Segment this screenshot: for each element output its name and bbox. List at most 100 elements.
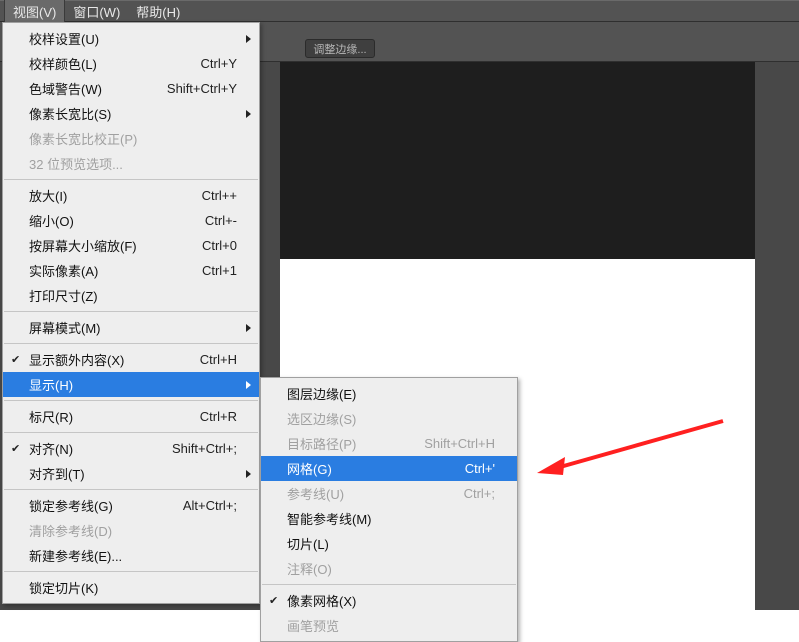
menu-snap[interactable]: ✔ 对齐(N) Shift+Ctrl+; bbox=[3, 436, 259, 461]
submenu-selection-edges: 选区边缘(S) bbox=[261, 406, 517, 431]
menu-label: 缩小(O) bbox=[29, 211, 185, 230]
submenu-arrow-icon bbox=[246, 470, 251, 478]
adjust-edge-button[interactable]: 调整边缘... bbox=[305, 39, 375, 58]
menu-label: 图层边缘(E) bbox=[287, 384, 495, 403]
menu-shortcut: Shift+Ctrl+Y bbox=[167, 81, 237, 96]
menu-lock-guides[interactable]: 锁定参考线(G) Alt+Ctrl+; bbox=[3, 493, 259, 518]
submenu-smart-guides[interactable]: 智能参考线(M) bbox=[261, 506, 517, 531]
check-icon: ✔ bbox=[11, 353, 20, 366]
menu-label: 注释(O) bbox=[287, 559, 495, 578]
menu-shortcut: Ctrl+H bbox=[200, 352, 237, 367]
menu-separator bbox=[4, 432, 258, 433]
submenu-grid[interactable]: 网格(G) Ctrl+' bbox=[261, 456, 517, 481]
menu-label: 打印尺寸(Z) bbox=[29, 286, 237, 305]
view-menu: 校样设置(U) 校样颜色(L) Ctrl+Y 色域警告(W) Shift+Ctr… bbox=[2, 22, 260, 604]
menubar-view[interactable]: 视图(V) bbox=[4, 0, 65, 24]
menu-label: 色域警告(W) bbox=[29, 79, 147, 98]
submenu-arrow-icon bbox=[246, 110, 251, 118]
submenu-target-path: 目标路径(P) Shift+Ctrl+H bbox=[261, 431, 517, 456]
menu-shortcut: Ctrl+; bbox=[464, 486, 495, 501]
menu-zoom-out[interactable]: 缩小(O) Ctrl+- bbox=[3, 208, 259, 233]
menu-label: 校样颜色(L) bbox=[29, 54, 181, 73]
menu-label: 智能参考线(M) bbox=[287, 509, 495, 528]
menubar-help[interactable]: 帮助(H) bbox=[128, 0, 188, 23]
menu-label: 目标路径(P) bbox=[287, 434, 404, 453]
menu-shortcut: Ctrl+0 bbox=[202, 238, 237, 253]
menu-lock-slices[interactable]: 锁定切片(K) bbox=[3, 575, 259, 600]
menu-proof-setup[interactable]: 校样设置(U) bbox=[3, 26, 259, 51]
menu-shortcut: Shift+Ctrl+; bbox=[172, 441, 237, 456]
menu-shortcut: Ctrl+1 bbox=[202, 263, 237, 278]
show-submenu: 图层边缘(E) 选区边缘(S) 目标路径(P) Shift+Ctrl+H 网格(… bbox=[260, 377, 518, 642]
menu-separator bbox=[4, 311, 258, 312]
menu-label: 对齐到(T) bbox=[29, 464, 237, 483]
menu-pixel-aspect[interactable]: 像素长宽比(S) bbox=[3, 101, 259, 126]
submenu-notes: 注释(O) bbox=[261, 556, 517, 581]
menu-shortcut: Shift+Ctrl+H bbox=[424, 436, 495, 451]
menu-label: 显示(H) bbox=[29, 375, 237, 394]
menu-label: 放大(I) bbox=[29, 186, 182, 205]
menu-label: 锁定切片(K) bbox=[29, 578, 237, 597]
menu-label: 网格(G) bbox=[287, 459, 445, 478]
check-icon: ✔ bbox=[11, 442, 20, 455]
submenu-arrow-icon bbox=[246, 324, 251, 332]
menu-show-extras[interactable]: ✔ 显示额外内容(X) Ctrl+H bbox=[3, 347, 259, 372]
menu-label: 参考线(U) bbox=[287, 484, 444, 503]
menu-label: 像素网格(X) bbox=[287, 591, 495, 610]
menu-separator bbox=[262, 584, 516, 585]
menu-label: 清除参考线(D) bbox=[29, 521, 237, 540]
menu-separator bbox=[4, 179, 258, 180]
menu-clear-guides: 清除参考线(D) bbox=[3, 518, 259, 543]
menu-separator bbox=[4, 343, 258, 344]
menu-show[interactable]: 显示(H) bbox=[3, 372, 259, 397]
menu-shortcut: Ctrl+R bbox=[200, 409, 237, 424]
check-icon: ✔ bbox=[269, 594, 278, 607]
menu-snap-to[interactable]: 对齐到(T) bbox=[3, 461, 259, 486]
menu-shortcut: Ctrl+- bbox=[205, 213, 237, 228]
menu-label: 显示额外内容(X) bbox=[29, 350, 180, 369]
menu-label: 像素长宽比(S) bbox=[29, 104, 237, 123]
menu-screen-mode[interactable]: 屏幕模式(M) bbox=[3, 315, 259, 340]
menu-proof-colors[interactable]: 校样颜色(L) Ctrl+Y bbox=[3, 51, 259, 76]
menu-label: 32 位预览选项... bbox=[29, 154, 237, 173]
menu-fit-screen[interactable]: 按屏幕大小缩放(F) Ctrl+0 bbox=[3, 233, 259, 258]
menu-shortcut: Alt+Ctrl+; bbox=[183, 498, 237, 513]
menu-label: 对齐(N) bbox=[29, 439, 152, 458]
menu-new-guide[interactable]: 新建参考线(E)... bbox=[3, 543, 259, 568]
menu-separator bbox=[4, 400, 258, 401]
menu-32bit-preview: 32 位预览选项... bbox=[3, 151, 259, 176]
canvas-background bbox=[280, 62, 799, 259]
menu-rulers[interactable]: 标尺(R) Ctrl+R bbox=[3, 404, 259, 429]
menu-separator bbox=[4, 489, 258, 490]
menubar: 视图(V) 窗口(W) 帮助(H) bbox=[0, 0, 799, 22]
submenu-arrow-icon bbox=[246, 381, 251, 389]
submenu-pixel-grid[interactable]: ✔ 像素网格(X) bbox=[261, 588, 517, 613]
submenu-arrow-icon bbox=[246, 35, 251, 43]
menu-label: 按屏幕大小缩放(F) bbox=[29, 236, 182, 255]
menubar-window[interactable]: 窗口(W) bbox=[65, 0, 128, 23]
menu-separator bbox=[4, 571, 258, 572]
menu-label: 锁定参考线(G) bbox=[29, 496, 163, 515]
menu-gamut-warning[interactable]: 色域警告(W) Shift+Ctrl+Y bbox=[3, 76, 259, 101]
submenu-layer-edges[interactable]: 图层边缘(E) bbox=[261, 381, 517, 406]
submenu-brush-preview: 画笔预览 bbox=[261, 613, 517, 638]
menu-label: 实际像素(A) bbox=[29, 261, 182, 280]
menu-label: 选区边缘(S) bbox=[287, 409, 495, 428]
submenu-guides: 参考线(U) Ctrl+; bbox=[261, 481, 517, 506]
menu-shortcut: Ctrl++ bbox=[202, 188, 237, 203]
menu-actual-pixels[interactable]: 实际像素(A) Ctrl+1 bbox=[3, 258, 259, 283]
submenu-slices[interactable]: 切片(L) bbox=[261, 531, 517, 556]
menu-pixel-aspect-correction: 像素长宽比校正(P) bbox=[3, 126, 259, 151]
menu-zoom-in[interactable]: 放大(I) Ctrl++ bbox=[3, 183, 259, 208]
menu-label: 校样设置(U) bbox=[29, 29, 237, 48]
menu-shortcut: Ctrl+' bbox=[465, 461, 495, 476]
menu-label: 新建参考线(E)... bbox=[29, 546, 237, 565]
menu-print-size[interactable]: 打印尺寸(Z) bbox=[3, 283, 259, 308]
right-panel-edge bbox=[755, 62, 799, 610]
menu-label: 画笔预览 bbox=[287, 616, 495, 635]
menu-shortcut: Ctrl+Y bbox=[201, 56, 237, 71]
menu-label: 切片(L) bbox=[287, 534, 495, 553]
menu-label: 屏幕模式(M) bbox=[29, 318, 237, 337]
menu-label: 标尺(R) bbox=[29, 407, 180, 426]
menu-label: 像素长宽比校正(P) bbox=[29, 129, 237, 148]
